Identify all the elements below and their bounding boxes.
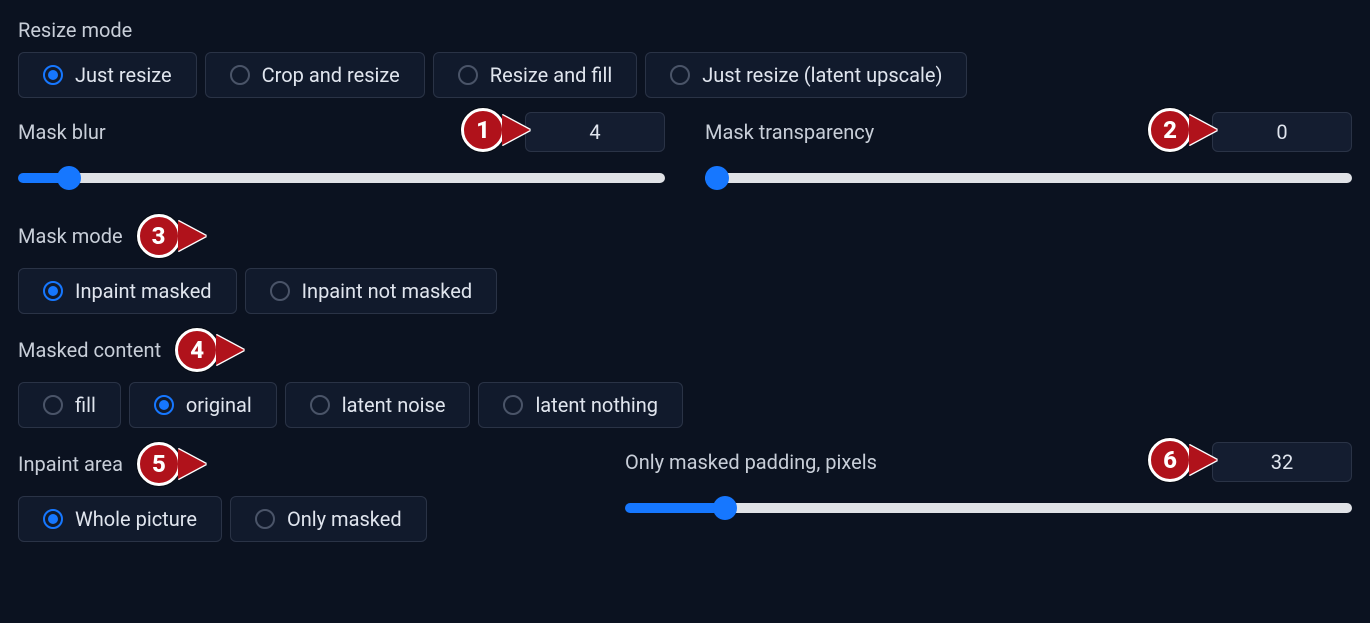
masked-content-option[interactable]: fill <box>18 382 121 428</box>
radio-option-label: Whole picture <box>75 507 197 531</box>
resize-mode-option[interactable]: Resize and fill <box>433 52 637 98</box>
mask-mode-radios: Inpaint masked Inpaint not masked <box>18 268 1352 314</box>
radio-option-label: original <box>186 393 252 417</box>
callout-3: 3 <box>137 214 181 258</box>
radio-dot-icon <box>458 65 478 85</box>
radio-dot-icon <box>255 509 275 529</box>
resize-mode-radios: Just resize Crop and resize Resize and fil… <box>18 52 1352 98</box>
mask-mode-option[interactable]: Inpaint not masked <box>245 268 498 314</box>
radio-option-label: latent noise <box>342 393 446 417</box>
radio-option-label: Inpaint not masked <box>302 279 473 303</box>
inpaint-area-option[interactable]: Only masked <box>230 496 427 542</box>
callout-1: 1 <box>461 108 505 152</box>
radio-dot-icon <box>154 395 174 415</box>
radio-dot-icon <box>43 281 63 301</box>
only-masked-padding-value[interactable]: 32 <box>1212 442 1352 482</box>
radio-option-label: Crop and resize <box>262 63 400 87</box>
resize-mode-option[interactable]: Just resize (latent upscale) <box>645 52 967 98</box>
mask-transparency-label: Mask transparency <box>705 120 874 144</box>
inpaint-area-option[interactable]: Whole picture <box>18 496 222 542</box>
inpaint-area-label: Inpaint area 5 <box>18 442 585 486</box>
mask-mode-option[interactable]: Inpaint masked <box>18 268 237 314</box>
only-masked-padding-label: Only masked padding, pixels <box>625 450 877 474</box>
radio-option-label: Just resize <box>75 63 172 87</box>
mask-transparency-value[interactable]: 0 <box>1212 112 1352 152</box>
radio-option-label: fill <box>75 393 96 417</box>
radio-option-label: Resize and fill <box>490 63 612 87</box>
masked-content-option[interactable]: latent noise <box>285 382 471 428</box>
radio-dot-icon <box>310 395 330 415</box>
radio-dot-icon <box>230 65 250 85</box>
inpaint-area-radios: Whole picture Only masked <box>18 496 585 542</box>
masked-content-option[interactable]: latent nothing <box>478 382 683 428</box>
radio-dot-icon <box>670 65 690 85</box>
mask-blur-slider[interactable] <box>18 173 665 183</box>
radio-option-label: latent nothing <box>535 393 658 417</box>
radio-option-label: Just resize (latent upscale) <box>702 63 942 87</box>
masked-content-label: Masked content 4 <box>18 328 1352 372</box>
mask-blur-value[interactable]: 4 <box>525 112 665 152</box>
resize-mode-option[interactable]: Just resize <box>18 52 197 98</box>
radio-dot-icon <box>43 509 63 529</box>
masked-content-radios: fill original latent noise latent nothing <box>18 382 1352 428</box>
radio-dot-icon <box>43 395 63 415</box>
mask-transparency-slider[interactable] <box>705 173 1352 183</box>
mask-mode-label: Mask mode 3 <box>18 214 1352 258</box>
only-masked-padding-slider[interactable] <box>625 503 1352 513</box>
mask-blur-label: Mask blur <box>18 120 106 144</box>
radio-dot-icon <box>270 281 290 301</box>
callout-2: 2 <box>1148 108 1192 152</box>
resize-mode-label: Resize mode <box>18 18 1352 42</box>
callout-6: 6 <box>1148 438 1192 482</box>
resize-mode-option[interactable]: Crop and resize <box>205 52 425 98</box>
radio-option-label: Inpaint masked <box>75 279 212 303</box>
radio-dot-icon <box>503 395 523 415</box>
radio-dot-icon <box>43 65 63 85</box>
callout-4: 4 <box>175 328 219 372</box>
masked-content-option[interactable]: original <box>129 382 277 428</box>
callout-5: 5 <box>137 442 181 486</box>
radio-option-label: Only masked <box>287 507 402 531</box>
